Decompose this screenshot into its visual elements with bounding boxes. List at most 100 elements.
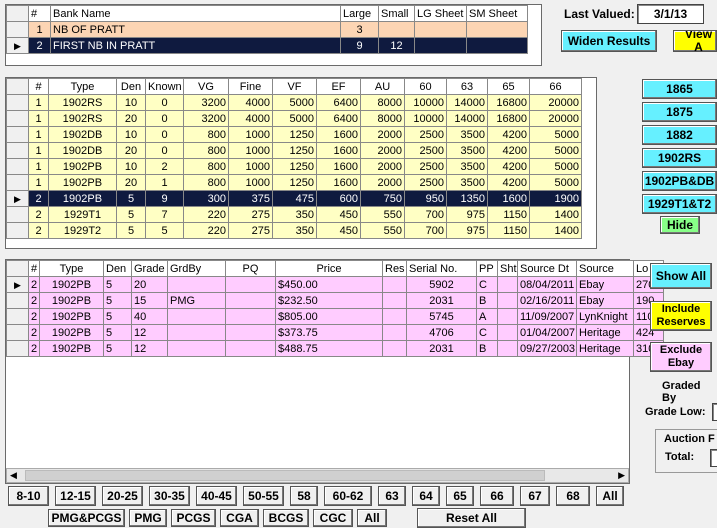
value-cell: 2500: [404, 126, 447, 143]
grade-range-button-7[interactable]: 60-62: [324, 486, 372, 506]
sale-cell: 2: [28, 292, 40, 309]
grade-range-button-10[interactable]: 65: [446, 486, 474, 506]
value-cell: 16800: [487, 94, 530, 111]
type-button-5[interactable]: 1929T1&T2: [642, 194, 717, 214]
widen-results-button[interactable]: Widen Results: [561, 30, 657, 52]
values-grid: # Type Den Known VG Fine VF EF AU 60 63 …: [5, 77, 597, 249]
value-cell: 2000: [360, 158, 405, 175]
value-cell: 1400: [529, 222, 582, 239]
bank-name: NB OF PRATT: [50, 21, 341, 38]
grader-button-1[interactable]: PMG: [129, 509, 167, 527]
value-cell: 0: [145, 110, 184, 127]
value-cell: 300: [183, 190, 229, 207]
grade-range-button-3[interactable]: 30-35: [149, 486, 190, 506]
exclude-ebay-button[interactable]: Exclude Ebay: [650, 342, 712, 372]
grader-button-4[interactable]: BCGS: [263, 509, 309, 527]
row-selector[interactable]: [6, 206, 29, 223]
bank-row[interactable]: 1 NB OF PRATT 3: [6, 21, 528, 38]
scroll-left-icon[interactable]: ◀: [10, 470, 17, 481]
type-button-4[interactable]: 1902PB&DB: [642, 171, 717, 191]
col-header: Sht: [497, 260, 518, 277]
type-button-1[interactable]: 1875: [642, 102, 717, 122]
value-cell: 20: [116, 110, 146, 127]
row-selector[interactable]: [6, 340, 29, 357]
value-cell: 1902RS: [48, 94, 117, 111]
current-row-arrow-icon[interactable]: ▶: [6, 276, 29, 293]
row-selector[interactable]: [6, 174, 29, 191]
scroll-thumb[interactable]: [25, 470, 545, 481]
value-cell: 1902DB: [48, 126, 117, 143]
row-selector[interactable]: [6, 308, 29, 325]
col-header: Grade: [131, 260, 168, 277]
row-selector[interactable]: [6, 324, 29, 341]
grader-button-5[interactable]: CGC: [313, 509, 353, 527]
grade-low-input[interactable]: [712, 403, 717, 421]
row-selector[interactable]: [6, 94, 29, 111]
last-valued-field[interactable]: 3/1/13: [637, 4, 704, 24]
sale-row[interactable]: 2 1902PB 5 12 $373.75 4706 C 01/04/2007 Heritage…: [6, 324, 664, 341]
hide-button[interactable]: Hide: [660, 216, 700, 234]
sale-cell: 01/04/2007: [517, 324, 577, 341]
row-selector[interactable]: [6, 126, 29, 143]
grade-range-button-6[interactable]: 58: [290, 486, 318, 506]
sale-row[interactable]: ▶ 2 1902PB 5 20 $450.00 5902 C 08/04/2011 Ebay 270: [6, 276, 664, 293]
bank-name: FIRST NB IN PRATT: [50, 37, 341, 54]
row-selector[interactable]: [6, 222, 29, 239]
value-row[interactable]: 1 1902DB 10 0 800 1000 1250 1600 2000 2500 3500 420…: [6, 126, 582, 143]
value-cell: 10000: [404, 110, 447, 127]
value-row[interactable]: 1 1902RS 10 0 3200 4000 5000 6400 8000 10000 14000…: [6, 94, 582, 111]
value-row[interactable]: 1 1902PB 10 2 800 1000 1250 1600 2000 2500 3500 420…: [6, 158, 582, 175]
row-selector[interactable]: [6, 21, 29, 38]
current-row-arrow-icon[interactable]: ▶: [6, 190, 29, 207]
row-selector[interactable]: [6, 292, 29, 309]
row-selector[interactable]: [6, 110, 29, 127]
sale-cell: [382, 292, 407, 309]
sale-row[interactable]: 2 1902PB 5 40 $805.00 5745 A 11/09/2007 LynKnigh…: [6, 308, 664, 325]
grade-range-button-4[interactable]: 40-45: [196, 486, 237, 506]
include-reserves-button[interactable]: Include Reserves: [650, 301, 712, 331]
value-row[interactable]: 1 1902RS 20 0 3200 4000 5000 6400 8000 10000 14000…: [6, 110, 582, 127]
grade-range-button-9[interactable]: 64: [412, 486, 440, 506]
bank-row[interactable]: ▶ 2 FIRST NB IN PRATT 9 12: [6, 37, 528, 54]
grade-range-button-5[interactable]: 50-55: [243, 486, 284, 506]
type-button-2[interactable]: 1882: [642, 125, 717, 145]
sale-cell: [167, 340, 226, 357]
value-cell: 475: [272, 190, 317, 207]
grade-range-button-1[interactable]: 12-15: [55, 486, 96, 506]
grade-range-button-12[interactable]: 67: [520, 486, 550, 506]
type-button-3[interactable]: 1902RS: [642, 148, 717, 168]
col-header: Den: [116, 78, 146, 95]
value-row[interactable]: 2 1929T1 5 7 220 275 350 450 550 700 975 1150 1400: [6, 206, 582, 223]
grader-button-2[interactable]: PCGS: [171, 509, 216, 527]
value-row[interactable]: 2 1929T2 5 5 220 275 350 450 550 700 975 1150 1400: [6, 222, 582, 239]
value-row[interactable]: 1 1902DB 20 0 800 1000 1250 1600 2000 2500 3500 420…: [6, 142, 582, 159]
value-row[interactable]: ▶ 2 1902PB 5 9 300 375 475 600 750 950 1350 1600 1900: [6, 190, 582, 207]
grade-range-button-0[interactable]: 8-10: [8, 486, 49, 506]
value-cell: 1: [28, 158, 49, 175]
type-button-0[interactable]: 1865: [642, 79, 717, 99]
show-all-button[interactable]: Show All: [650, 263, 712, 289]
grade-range-button-2[interactable]: 20-25: [102, 486, 143, 506]
total-input[interactable]: [710, 449, 717, 467]
row-selector[interactable]: [6, 142, 29, 159]
grader-button-0[interactable]: PMG&PCGS: [48, 509, 125, 527]
reset-all-button[interactable]: Reset All: [417, 508, 526, 528]
grader-button-3[interactable]: CGA: [220, 509, 259, 527]
grader-button-6[interactable]: All: [357, 509, 387, 527]
row-selector[interactable]: [6, 158, 29, 175]
scroll-right-icon[interactable]: ▶: [618, 470, 625, 481]
view-all-button[interactable]: View A: [673, 30, 717, 52]
grade-range-button-14[interactable]: All: [596, 486, 624, 506]
sale-row[interactable]: 2 1902PB 5 12 $488.75 2031 B 09/27/2003 Heritage…: [6, 340, 664, 357]
sale-cell: [225, 292, 276, 309]
grade-range-button-8[interactable]: 63: [378, 486, 406, 506]
sale-cell: [225, 308, 276, 325]
grade-range-button-11[interactable]: 66: [480, 486, 514, 506]
grade-range-button-13[interactable]: 68: [556, 486, 590, 506]
sale-cell: 2031: [406, 292, 477, 309]
current-row-arrow-icon[interactable]: ▶: [6, 37, 29, 54]
col-header: #: [28, 5, 51, 22]
horizontal-scrollbar[interactable]: ◀ ▶: [6, 468, 629, 483]
value-row[interactable]: 1 1902PB 20 1 800 1000 1250 1600 2000 2500 3500 420…: [6, 174, 582, 191]
sale-row[interactable]: 2 1902PB 5 15 PMG $232.50 2031 B 02/16/2011 Ebay 1…: [6, 292, 664, 309]
